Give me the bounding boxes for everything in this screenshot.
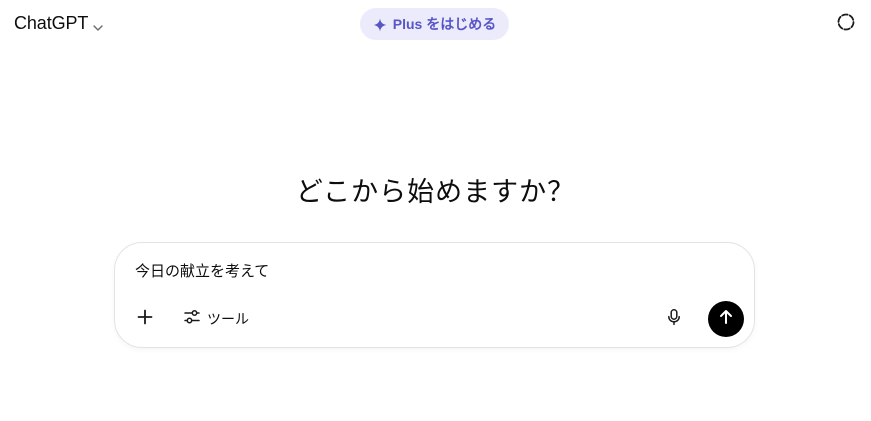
page-title: どこから始めますか？ bbox=[295, 177, 576, 208]
temporary-chat-button[interactable] bbox=[834, 12, 858, 36]
dashed-circle-icon bbox=[836, 12, 856, 36]
prompt-input[interactable] bbox=[135, 261, 695, 279]
sparkle-icon bbox=[373, 17, 387, 32]
plus-icon bbox=[136, 308, 154, 330]
header: ChatGPT Plus をはじめる bbox=[0, 0, 871, 48]
get-plus-button[interactable]: Plus をはじめる bbox=[360, 8, 509, 40]
arrow-up-icon bbox=[717, 308, 735, 330]
model-switcher[interactable]: ChatGPT bbox=[12, 11, 106, 36]
sliders-icon bbox=[183, 308, 201, 330]
dictate-button[interactable] bbox=[658, 303, 690, 335]
microphone-icon bbox=[665, 308, 683, 330]
tools-button[interactable]: ツール bbox=[169, 303, 257, 335]
chevron-down-icon bbox=[92, 19, 104, 31]
chatgpt-page: ChatGPT Plus をはじめる どこから始めますか？ 今日の献立を考えて … bbox=[0, 0, 871, 421]
send-button[interactable] bbox=[708, 301, 744, 337]
add-attachment-button[interactable] bbox=[129, 303, 161, 335]
get-plus-label: Plus をはじめる bbox=[392, 16, 497, 32]
model-name: ChatGPT bbox=[14, 13, 89, 33]
composer: ツール bbox=[114, 242, 755, 348]
composer-toolbar: ツール bbox=[129, 301, 744, 337]
tools-label: ツール bbox=[207, 312, 249, 328]
